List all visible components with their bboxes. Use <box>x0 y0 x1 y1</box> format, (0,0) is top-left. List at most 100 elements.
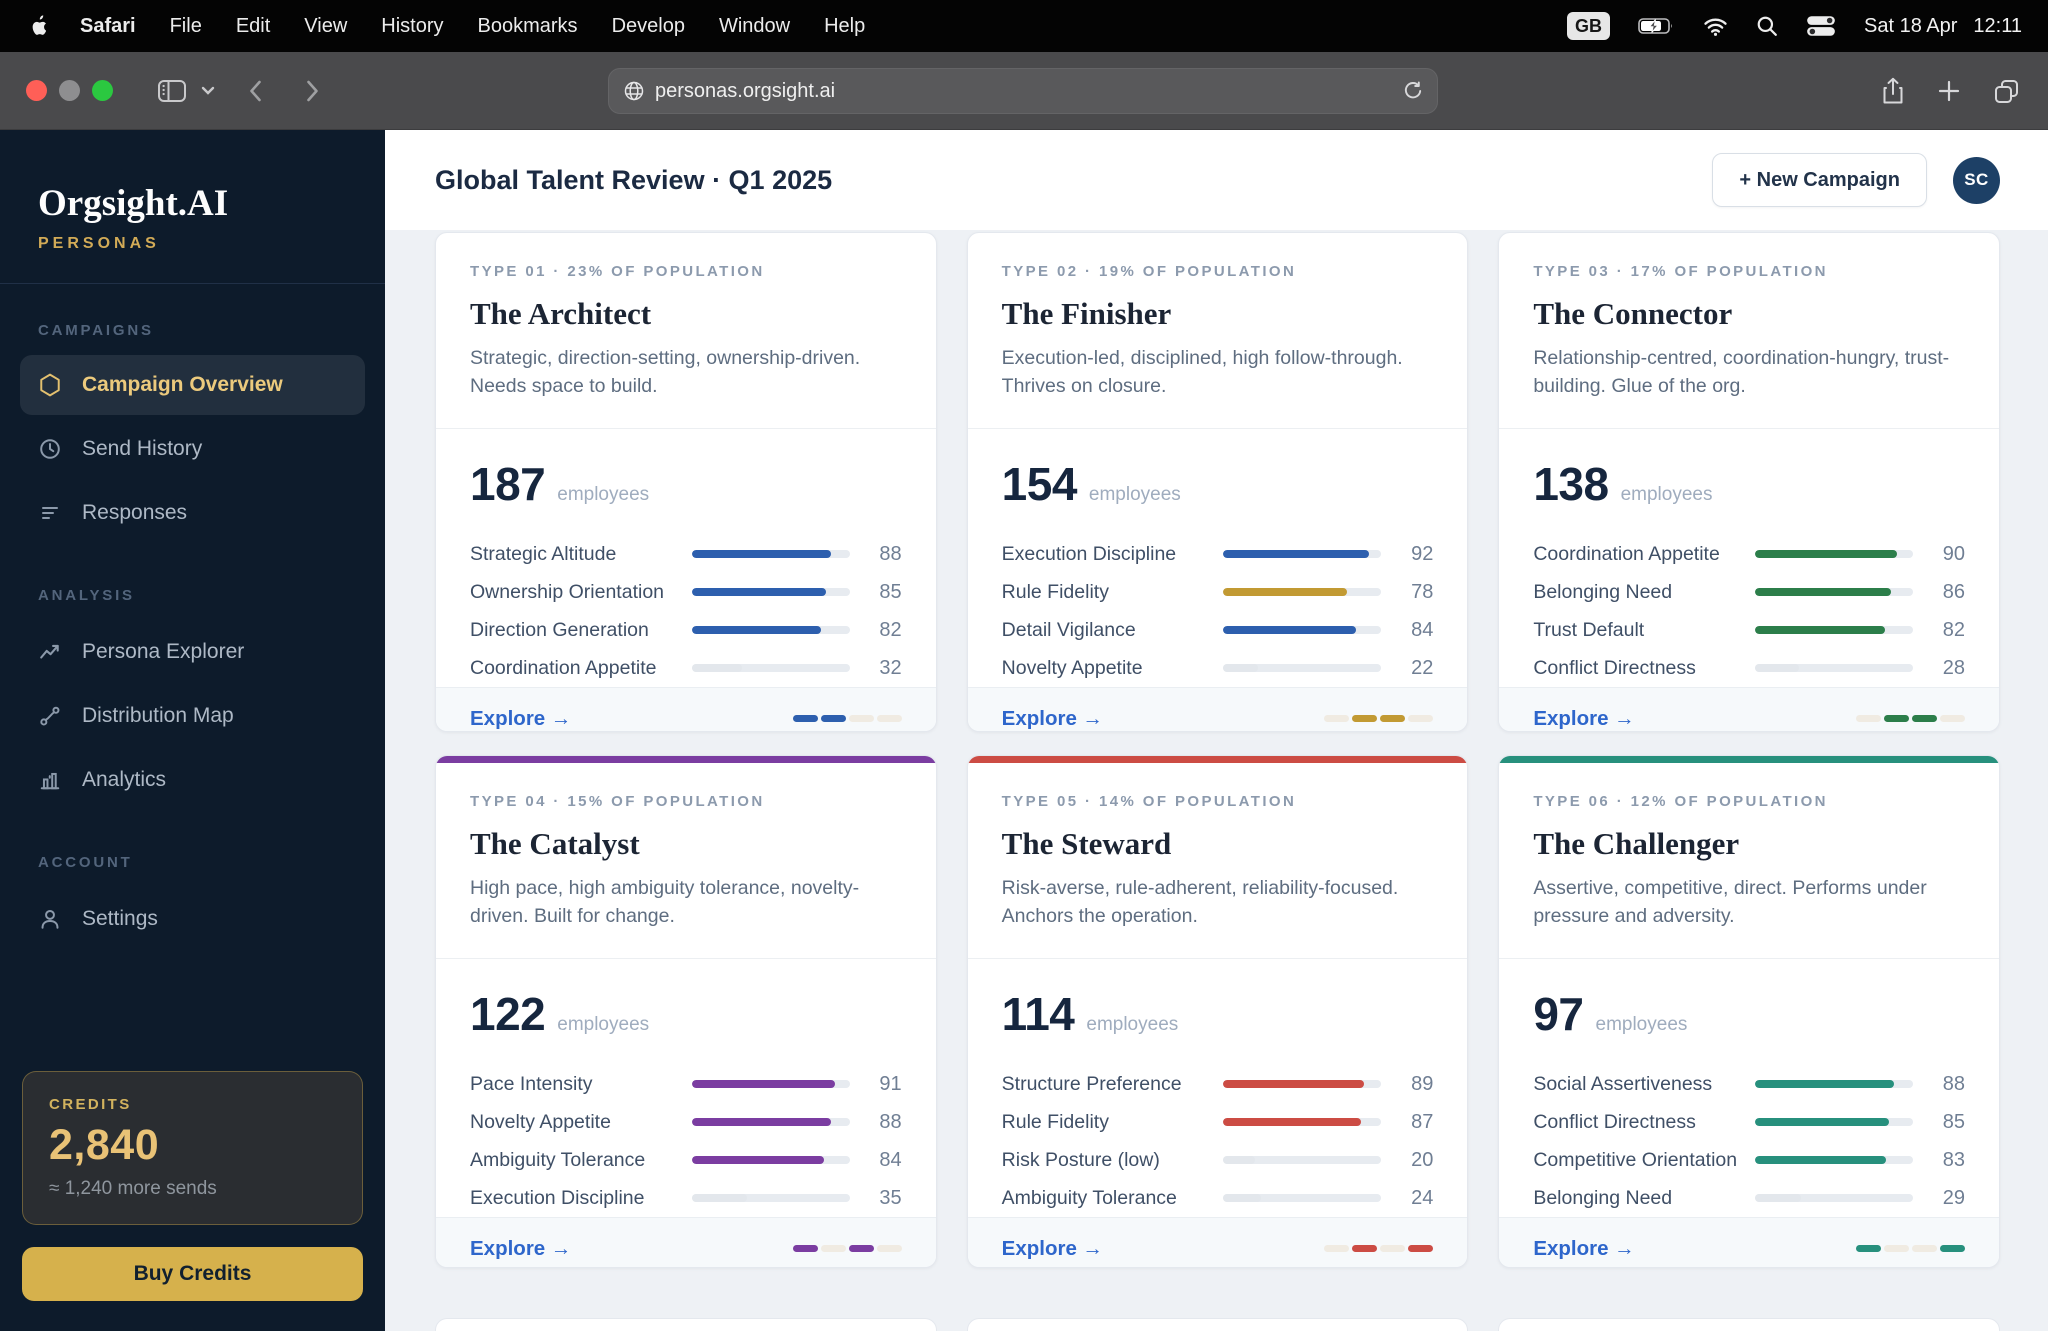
header-actions: + New Campaign SC <box>1712 153 2000 207</box>
control-center-icon[interactable] <box>1806 15 1836 37</box>
sidebar-item-distribution-map[interactable]: Distribution Map <box>0 684 385 748</box>
card-header: TYPE 04 · 15% OF POPULATION The Catalyst… <box>436 763 936 958</box>
employee-count-suffix: employees <box>1620 484 1713 506</box>
next-row-card-tops <box>435 1318 2000 1331</box>
close-window-button[interactable] <box>26 80 47 101</box>
explore-link[interactable]: Explore → <box>1533 1237 1634 1261</box>
stat-row: Trust Default 82 <box>1533 611 1965 649</box>
stat-bar-track <box>691 550 850 559</box>
stat-row: Conflict Directness 85 <box>1533 1103 1965 1141</box>
stat-value: 85 <box>879 580 902 603</box>
sidebar-item-send-history[interactable]: Send History <box>0 417 385 481</box>
card-footer: Explore → <box>436 687 936 731</box>
stat-row: Novelty Appetite 22 <box>1002 649 1434 687</box>
sidebar-item-analytics[interactable]: Analytics <box>0 748 385 812</box>
buy-credits-button[interactable]: Buy Credits <box>22 1247 363 1301</box>
menubar-item[interactable]: History <box>381 15 443 38</box>
stat-value: 78 <box>1411 580 1434 603</box>
stat-bar-fill <box>1754 664 1800 673</box>
stat-row: Belonging Need 86 <box>1533 573 1965 611</box>
card-type-label: TYPE 05 · 14% OF POPULATION <box>1001 793 1297 810</box>
stat-value: 29 <box>1942 1186 1965 1209</box>
stat-label: Risk Posture (low) <box>1001 1148 1160 1171</box>
stat-value: 22 <box>1411 656 1434 679</box>
card-title: The Finisher <box>1001 296 1172 331</box>
wifi-icon[interactable] <box>1703 17 1728 36</box>
stat-label: Pace Intensity <box>470 1072 593 1095</box>
stat-bar-track <box>1754 550 1913 559</box>
menubar-item[interactable]: Window <box>719 15 790 38</box>
employee-count-row: 138 employees <box>1533 457 1965 511</box>
tab-overview-icon[interactable] <box>1993 78 2020 105</box>
explore-link[interactable]: Explore → <box>470 1237 571 1261</box>
menubar-item[interactable]: Bookmarks <box>478 15 578 38</box>
stat-bar-fill <box>691 1080 836 1089</box>
minimize-window-button[interactable] <box>59 80 80 101</box>
sidebar-item-responses[interactable]: Responses <box>0 481 385 545</box>
clock-icon <box>38 437 62 461</box>
menubar-item[interactable]: Edit <box>236 15 270 38</box>
url-text[interactable]: personas.orgsight.ai <box>655 80 1403 103</box>
card-footer: Explore → <box>967 687 1468 731</box>
new-campaign-button[interactable]: + New Campaign <box>1712 153 1927 207</box>
stat-bar-track <box>691 1118 850 1127</box>
menubar-item[interactable]: Help <box>824 15 865 38</box>
card-description: Execution-led, disciplined, high follow-… <box>1001 347 1403 397</box>
spotlight-search-icon[interactable] <box>1756 15 1778 37</box>
new-tab-icon[interactable] <box>1937 79 1961 103</box>
card-title: The Challenger <box>1533 826 1740 861</box>
sidebar-item-label: Send History <box>82 437 203 460</box>
mini-segment-empty <box>1855 715 1881 723</box>
stat-bar-track <box>1223 664 1382 673</box>
stat-bar-track <box>1223 1194 1382 1203</box>
stat-value: 87 <box>1411 1110 1434 1133</box>
sidebar: Orgsight.AI PERSONAS CAMPAIGNS Campaign O… <box>0 130 385 1331</box>
sidebar-item-label: Campaign Overview <box>82 373 283 396</box>
zoom-window-button[interactable] <box>92 80 113 101</box>
sidebar-item-label: Persona Explorer <box>82 640 245 663</box>
input-source-badge[interactable]: GB <box>1567 12 1611 40</box>
mini-segment-empty <box>1324 1245 1350 1253</box>
card-header: TYPE 02 · 19% OF POPULATION The Finisher… <box>968 233 1468 428</box>
mini-segment-filled <box>1352 715 1378 723</box>
mini-segment-filled <box>792 715 818 723</box>
toolbar-right <box>1881 52 2020 130</box>
menubar-item[interactable]: File <box>170 15 202 38</box>
sidebar-item-settings[interactable]: Settings <box>0 887 385 951</box>
battery-icon[interactable] <box>1638 17 1675 35</box>
address-bar[interactable]: personas.orgsight.ai <box>608 68 1438 114</box>
menubar-item[interactable]: Safari <box>80 15 136 38</box>
card-accent-bar <box>436 756 936 763</box>
explore-link[interactable]: Explore → <box>1002 707 1103 731</box>
app-window: Orgsight.AI PERSONAS CAMPAIGNS Campaign O… <box>0 130 2048 1331</box>
menubar-item[interactable]: View <box>304 15 347 38</box>
back-button[interactable] <box>249 80 262 102</box>
menubar-item[interactable]: Develop <box>612 15 685 38</box>
mini-segment-empty <box>876 715 902 723</box>
stat-bar-fill <box>691 1194 747 1203</box>
sidebar-item-campaign-overview[interactable]: Campaign Overview <box>20 355 365 415</box>
apple-icon[interactable] <box>26 14 46 38</box>
mini-segment-empty <box>848 715 874 723</box>
explore-link[interactable]: Explore → <box>1002 1237 1103 1261</box>
sidebar-toggle-icon[interactable] <box>157 78 187 104</box>
card-description: Risk-averse, rule-adherent, reliability-… <box>1001 877 1399 927</box>
mini-segment-filled <box>792 1245 818 1253</box>
stat-label: Belonging Need <box>1533 580 1673 603</box>
window-controls <box>26 80 113 101</box>
card-top-sliver <box>966 1318 1469 1331</box>
avatar[interactable]: SC <box>1953 156 2000 204</box>
stat-bar-fill <box>691 588 826 597</box>
sidebar-item-persona-explorer[interactable]: Persona Explorer <box>0 620 385 684</box>
stat-row: Ownership Orientation 85 <box>470 573 902 611</box>
share-icon[interactable] <box>1881 77 1905 105</box>
mini-segment-filled <box>1380 715 1406 723</box>
forward-button[interactable] <box>306 80 319 102</box>
explore-link[interactable]: Explore → <box>470 707 571 731</box>
stat-value: 24 <box>1411 1186 1434 1209</box>
reload-icon[interactable] <box>1403 81 1423 101</box>
mini-distribution-bar <box>1324 715 1434 723</box>
chevron-down-icon[interactable] <box>201 86 215 95</box>
explore-link[interactable]: Explore → <box>1533 707 1634 731</box>
stat-value: 82 <box>1942 618 1965 641</box>
